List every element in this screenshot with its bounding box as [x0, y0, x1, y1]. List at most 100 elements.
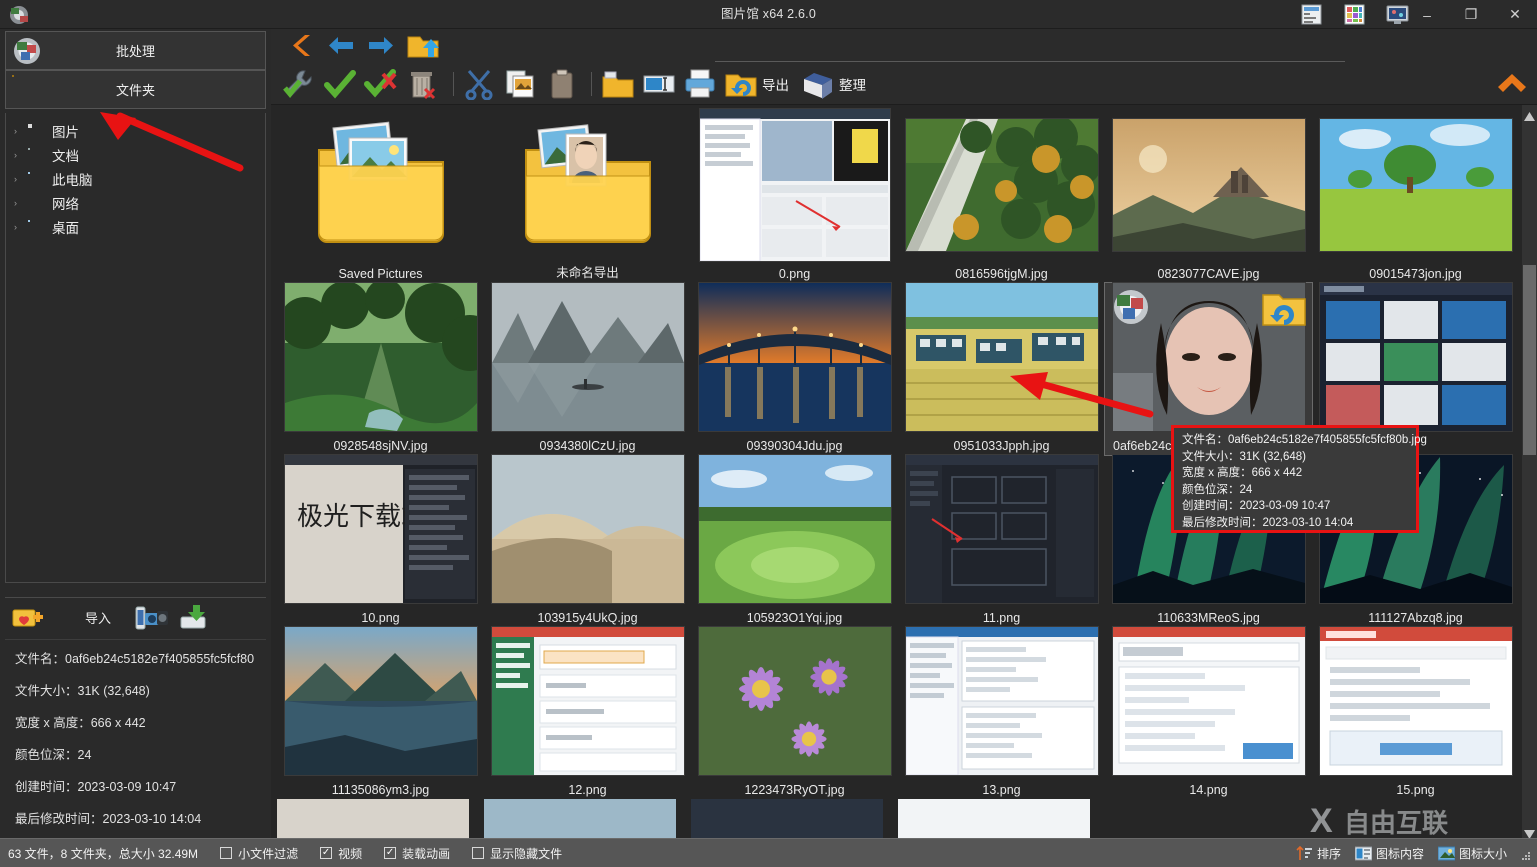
rename-button[interactable] — [642, 67, 676, 101]
document-icon — [28, 147, 45, 163]
grid-cell[interactable]: 15.png — [1312, 627, 1519, 799]
checkbox-box[interactable]: ✓ — [384, 847, 397, 859]
grid-cell[interactable]: 105923O1Yqi.jpg — [691, 455, 898, 627]
grid-cell[interactable]: 0951033Jpph.jpg — [898, 283, 1105, 455]
export-button[interactable]: 导出 — [724, 67, 789, 101]
grid-cell[interactable]: 14.png — [1105, 627, 1312, 799]
export-overlay-icon[interactable] — [1260, 287, 1308, 329]
info-created: 创建时间：2023-03-09 10:47 — [15, 780, 177, 794]
thumbnail-photo-purple-flowers — [691, 627, 898, 775]
scroll-up-arrow-icon[interactable] — [1524, 108, 1535, 121]
sidebar-item-desktop[interactable]: › 桌面 — [6, 215, 265, 239]
grid-cell[interactable]: 103915y4UkQ.jpg — [484, 455, 691, 627]
icon-content-button[interactable]: 图标内容 — [1354, 845, 1424, 862]
icon-size-button[interactable]: 图标大小 — [1437, 845, 1507, 862]
navigation-bar: ▸ 此电脑 ▸ 本地磁盘（C:） ▸ 用户 ▸ admin ▸ 图片 ▸ — [271, 29, 1537, 88]
arrow-back-icon[interactable] — [327, 32, 355, 59]
sidebar-item-documents[interactable]: › 文档 — [6, 143, 265, 167]
organize-button[interactable]: 整理 — [801, 67, 866, 101]
device-import-icon[interactable] — [135, 603, 169, 633]
collapse-left-icon[interactable] — [285, 32, 313, 59]
grid-cell-partial-next[interactable] — [691, 799, 883, 838]
checkbox-box[interactable] — [220, 847, 233, 859]
grid-cell[interactable]: 0934380lCzU.jpg — [484, 283, 691, 455]
window-controls: – ❐ ✕ — [1405, 0, 1537, 29]
chevron-right-icon[interactable]: › — [14, 198, 28, 208]
sort-button[interactable]: 排序 — [1296, 845, 1341, 862]
paste-button[interactable] — [545, 67, 579, 101]
import-label[interactable]: 导入 — [85, 608, 111, 627]
grid-cell[interactable]: 13.png — [898, 627, 1105, 799]
grid-cell[interactable]: 09390304Jdu.jpg — [691, 283, 898, 455]
grid-cell[interactable]: 0823077CAVE.jpg — [1105, 111, 1312, 283]
grid-cell-partial-next[interactable] — [277, 799, 469, 838]
delete-button[interactable] — [405, 67, 439, 101]
chevron-right-icon[interactable]: › — [14, 126, 28, 136]
resize-grip-icon[interactable] — [1521, 848, 1531, 860]
minimize-button[interactable]: – — [1405, 0, 1449, 29]
grid-cell[interactable]: 0.png — [691, 109, 898, 283]
favorite-add-icon[interactable] — [11, 603, 45, 633]
arrow-forward-icon[interactable] — [367, 32, 395, 59]
checkbox-load-animation[interactable]: ✓ 装载动画 — [384, 845, 450, 862]
print-button[interactable] — [683, 67, 717, 101]
grid-cell-label: 09390304Jdu.jpg — [746, 439, 843, 453]
grid-cell[interactable]: 09015473jon.jpg — [1312, 111, 1519, 283]
tooltip-filename: 文件名：0af6eb24c5182e7f405855fc5fcf80b.jpg — [1182, 434, 1427, 446]
sidebar-item-network[interactable]: › 网络 — [6, 191, 265, 215]
scroll-down-arrow-icon[interactable] — [1524, 826, 1535, 839]
file-info-tooltip: 文件名：0af6eb24c5182e7f405855fc5fcf80b.jpg … — [1171, 425, 1427, 533]
chevron-right-icon[interactable]: › — [14, 222, 28, 232]
chevron-right-icon[interactable]: › — [14, 150, 28, 160]
import-toolbar: 导入 — [5, 597, 266, 637]
grid-cell[interactable]: 12.png — [484, 627, 691, 799]
grid-cell-label: 1223473RyOT.jpg — [744, 783, 845, 797]
grid-cell[interactable]: 1223473RyOT.jpg — [691, 627, 898, 799]
info-filesize: 文件大小：31K (32,648) — [15, 684, 150, 698]
sidebar-item-pictures[interactable]: › 图片 — [6, 119, 265, 143]
sidebar-item-this-pc[interactable]: › 此电脑 — [6, 167, 265, 191]
checkbox-box[interactable] — [472, 847, 485, 859]
grid-cell[interactable]: 0816596tjgM.jpg — [898, 111, 1105, 283]
folder-up-icon[interactable] — [406, 31, 440, 61]
rename-icon — [642, 68, 676, 100]
checkbox-video[interactable]: ✓ 视频 — [320, 845, 362, 862]
settings-button[interactable] — [282, 67, 316, 101]
grid-cell-label: 未命名导出 — [556, 266, 619, 280]
thumbnail-screenshot-sheet — [484, 627, 691, 775]
collapse-up-icon[interactable] — [1497, 70, 1527, 96]
disk-import-icon[interactable] — [179, 603, 213, 633]
tooltip-filesize: 文件大小：31K (32,648) — [1182, 450, 1306, 463]
checkbox-box[interactable]: ✓ — [320, 847, 333, 859]
copy-button[interactable] — [504, 67, 538, 101]
checkbox-small-file-filter[interactable]: 小文件过滤 — [220, 845, 298, 862]
new-folder-button[interactable] — [601, 67, 635, 101]
scrollbar-thumb[interactable] — [1523, 265, 1536, 455]
grid-cell-label: 103915y4UkQ.jpg — [537, 611, 638, 625]
vertical-scrollbar[interactable] — [1522, 105, 1537, 839]
grid-cell[interactable]: 极光下载站 10.png — [277, 455, 484, 627]
checkbox-show-hidden-files[interactable]: 显示隐藏文件 — [472, 845, 562, 862]
select-all-button[interactable] — [323, 67, 357, 101]
chevron-right-icon[interactable]: › — [14, 174, 28, 184]
grid-cell[interactable]: 11135086ym3.jpg — [277, 627, 484, 799]
batch-process-button[interactable]: 批处理 — [5, 31, 266, 70]
grid-cell-partial-next[interactable] — [484, 799, 676, 838]
list-view-icon[interactable] — [1300, 3, 1323, 26]
batch-process-overlay-icon[interactable] — [1111, 287, 1155, 327]
grid-cell-partial-next[interactable] — [898, 799, 1090, 838]
grid-cell[interactable]: Saved Pictures — [277, 111, 484, 283]
folder-button[interactable]: 文件夹 — [5, 70, 266, 109]
close-button[interactable]: ✕ — [1493, 0, 1537, 29]
cut-button[interactable] — [463, 67, 497, 101]
grid-cell[interactable]: 0928548sjNV.jpg — [277, 283, 484, 455]
action-toolbar: 导出 整理 — [271, 62, 1537, 105]
color-grid-icon[interactable] — [1343, 3, 1366, 26]
this-pc-icon — [28, 171, 45, 187]
titlebar-tool-icons — [1300, 3, 1409, 26]
deselect-button[interactable] — [364, 67, 398, 101]
maximize-button[interactable]: ❐ — [1449, 0, 1493, 29]
grid-cell[interactable]: 11.png — [898, 455, 1105, 627]
grid-cell[interactable]: 未命名导出 — [484, 111, 691, 283]
icon-size-icon — [1437, 846, 1456, 861]
